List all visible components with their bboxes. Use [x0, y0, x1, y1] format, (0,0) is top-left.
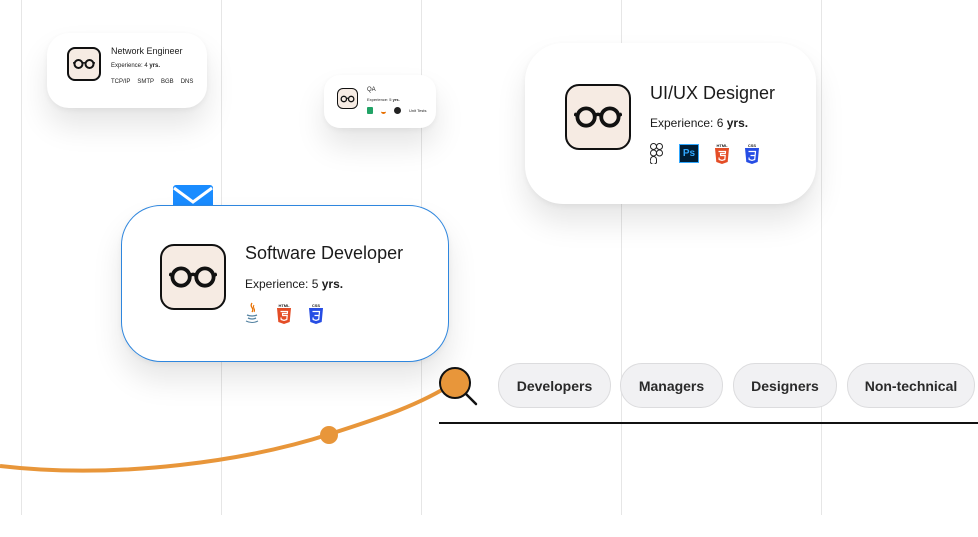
filter-chip-non-technical[interactable]: Non-technical	[847, 363, 975, 408]
tool-label: Unit Tests	[409, 108, 427, 113]
filter-chip-managers[interactable]: Managers	[620, 363, 723, 408]
skill-tag: SMTP	[137, 79, 155, 85]
spreadsheet-icon	[367, 107, 373, 114]
css3-icon: CSS	[309, 303, 323, 324]
glasses-avatar-icon	[67, 47, 101, 81]
grid-line	[821, 0, 822, 515]
selenium-icon	[394, 107, 401, 114]
java-icon	[381, 107, 386, 114]
qa-card[interactable]: QA Experience: 5 yrs. Unit Tests	[324, 75, 436, 128]
curve-point	[320, 426, 338, 444]
card-title: Software Developer	[245, 243, 404, 263]
html5-icon: HTML	[715, 143, 729, 164]
skill-list: Unit Tests	[367, 107, 427, 114]
java-icon	[245, 302, 259, 323]
skill-list: HTML CSS	[245, 302, 323, 324]
network-engineer-card[interactable]: Network Engineer Experience: 4 yrs. TCP/…	[47, 33, 207, 108]
skill-list: TCP/IP SMTP BGB DNS	[111, 79, 193, 85]
card-title: Network Engineer	[111, 46, 183, 56]
skill-list: Ps HTML CSS	[650, 143, 759, 164]
skill-tag: TCP/IP	[111, 79, 131, 85]
skill-tag: DNS	[180, 79, 194, 85]
figma-icon	[650, 143, 663, 164]
software-developer-card[interactable]: Software Developer Experience: 5 yrs. HT…	[121, 205, 449, 362]
html5-icon: HTML	[277, 303, 291, 324]
filter-underline	[439, 422, 978, 424]
grid-line	[21, 0, 22, 515]
card-title: UI/UX Designer	[650, 83, 776, 103]
search-magnifier-icon[interactable]	[436, 364, 480, 408]
glasses-avatar-icon	[565, 84, 631, 150]
card-experience: Experience: 5 yrs.	[367, 97, 400, 102]
card-experience: Experience: 6 yrs.	[650, 116, 749, 130]
skill-tag: BGB	[161, 79, 174, 85]
uiux-designer-card[interactable]: UI/UX Designer Experience: 6 yrs. Ps HTM…	[525, 43, 816, 204]
filter-chip-designers[interactable]: Designers	[733, 363, 837, 408]
photoshop-icon: Ps	[679, 144, 699, 163]
card-experience: Experience: 5 yrs.	[245, 277, 344, 291]
filter-chip-developers[interactable]: Developers	[498, 363, 611, 408]
card-experience: Experience: 4 yrs.	[111, 63, 161, 69]
glasses-avatar-icon	[337, 88, 358, 109]
card-title: QA	[367, 87, 376, 93]
glasses-avatar-icon	[160, 244, 226, 310]
css3-icon: CSS	[745, 143, 759, 164]
